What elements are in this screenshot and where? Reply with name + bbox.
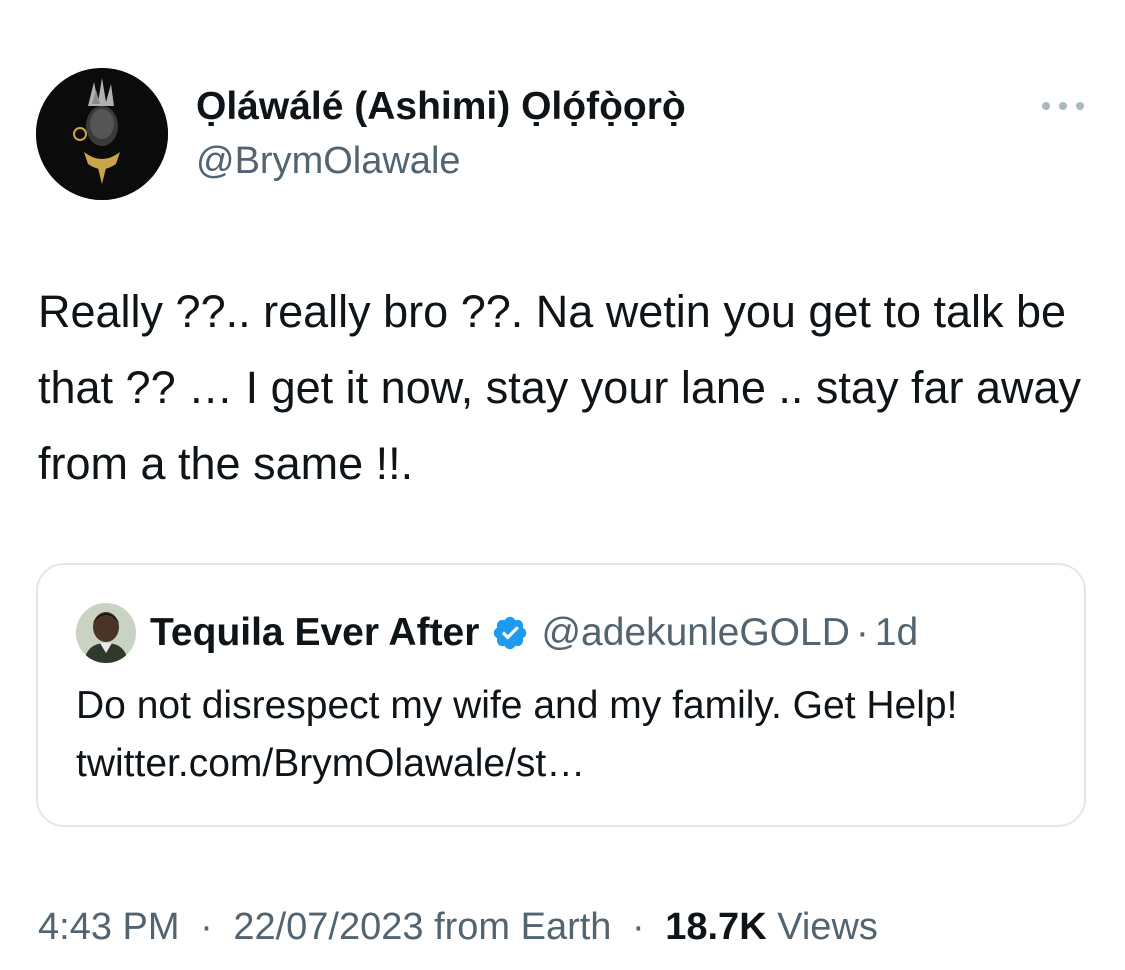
author-handle[interactable]: @BrymOlawale: [196, 138, 461, 184]
tweet-date[interactable]: 22/07/2023: [233, 906, 423, 948]
quoted-tweet-header: Tequila Ever After @adekunleGOLD · 1d: [150, 603, 918, 663]
views-count[interactable]: 18.7K: [665, 906, 766, 948]
tweet-metadata: 4:43 PM · 22/07/2023 from Earth · 18.7K …: [38, 904, 878, 950]
verified-badge-icon: [491, 614, 529, 652]
meta-separator-2: ·: [632, 906, 645, 948]
meta-separator-1: ·: [200, 906, 213, 948]
quoted-timestamp[interactable]: 1d: [875, 611, 918, 655]
quoted-separator: ·: [855, 611, 869, 654]
author-display-name[interactable]: Ọláwálé (Ashimi) Ọlọ́fọ̀ọrọ̀: [196, 84, 686, 130]
tweet-source: from Earth: [434, 906, 612, 948]
quoted-handle[interactable]: @adekunleGOLD: [541, 611, 849, 655]
tweet-body-text: Really ??.. really bro ??. Na wetin you …: [38, 286, 1082, 489]
more-horizontal-icon[interactable]: [1038, 96, 1088, 116]
quoted-author-avatar[interactable]: [76, 603, 136, 663]
tweet-time[interactable]: 4:43 PM: [38, 906, 180, 948]
quoted-tweet-card[interactable]: Tequila Ever After @adekunleGOLD · 1d Do…: [36, 563, 1086, 827]
author-avatar[interactable]: [36, 68, 168, 200]
quoted-tweet-text: Do not disrespect my wife and my family.…: [76, 684, 958, 785]
quoted-avatar-image: [76, 603, 136, 663]
profile-avatar-image: [36, 68, 168, 200]
quoted-display-name[interactable]: Tequila Ever After: [150, 611, 479, 655]
views-label: Views: [777, 906, 878, 948]
